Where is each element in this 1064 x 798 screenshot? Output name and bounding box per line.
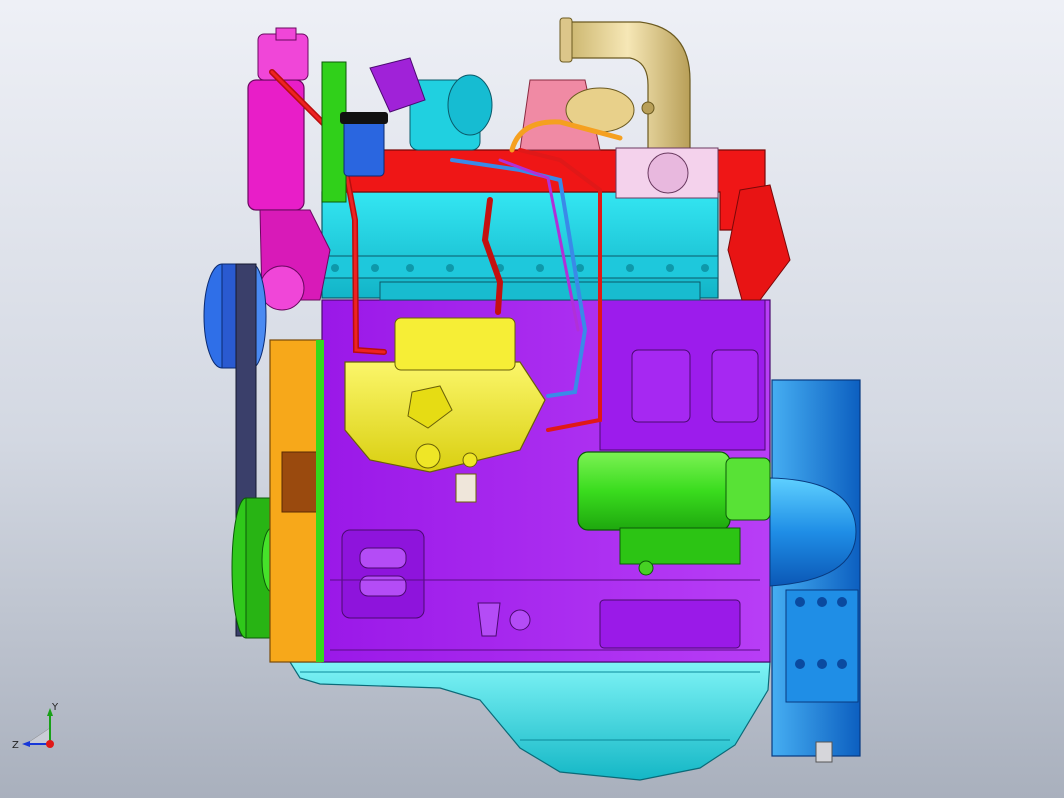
turbocharger[interactable] — [369, 57, 635, 151]
dipstick-tube[interactable] — [321, 61, 347, 203]
timing-cover[interactable] — [269, 339, 324, 663]
oil-pan[interactable] — [288, 661, 771, 781]
fan-pulley[interactable] — [203, 263, 267, 369]
coordinate-triad: Y Z — [12, 702, 59, 751]
cad-viewport[interactable]: Y Z — [0, 0, 1064, 798]
x-axis-dot — [46, 740, 54, 748]
flywheel-housing[interactable] — [769, 379, 861, 763]
cylinder-head[interactable] — [321, 191, 719, 301]
engine-3d-model[interactable] — [0, 0, 1064, 798]
intake-filter-box[interactable] — [615, 147, 719, 199]
fuel-filter[interactable] — [340, 112, 388, 177]
oil-filter-housing[interactable] — [247, 27, 331, 311]
y-axis-label: Y — [51, 702, 59, 713]
z-axis-label: Z — [12, 740, 19, 751]
